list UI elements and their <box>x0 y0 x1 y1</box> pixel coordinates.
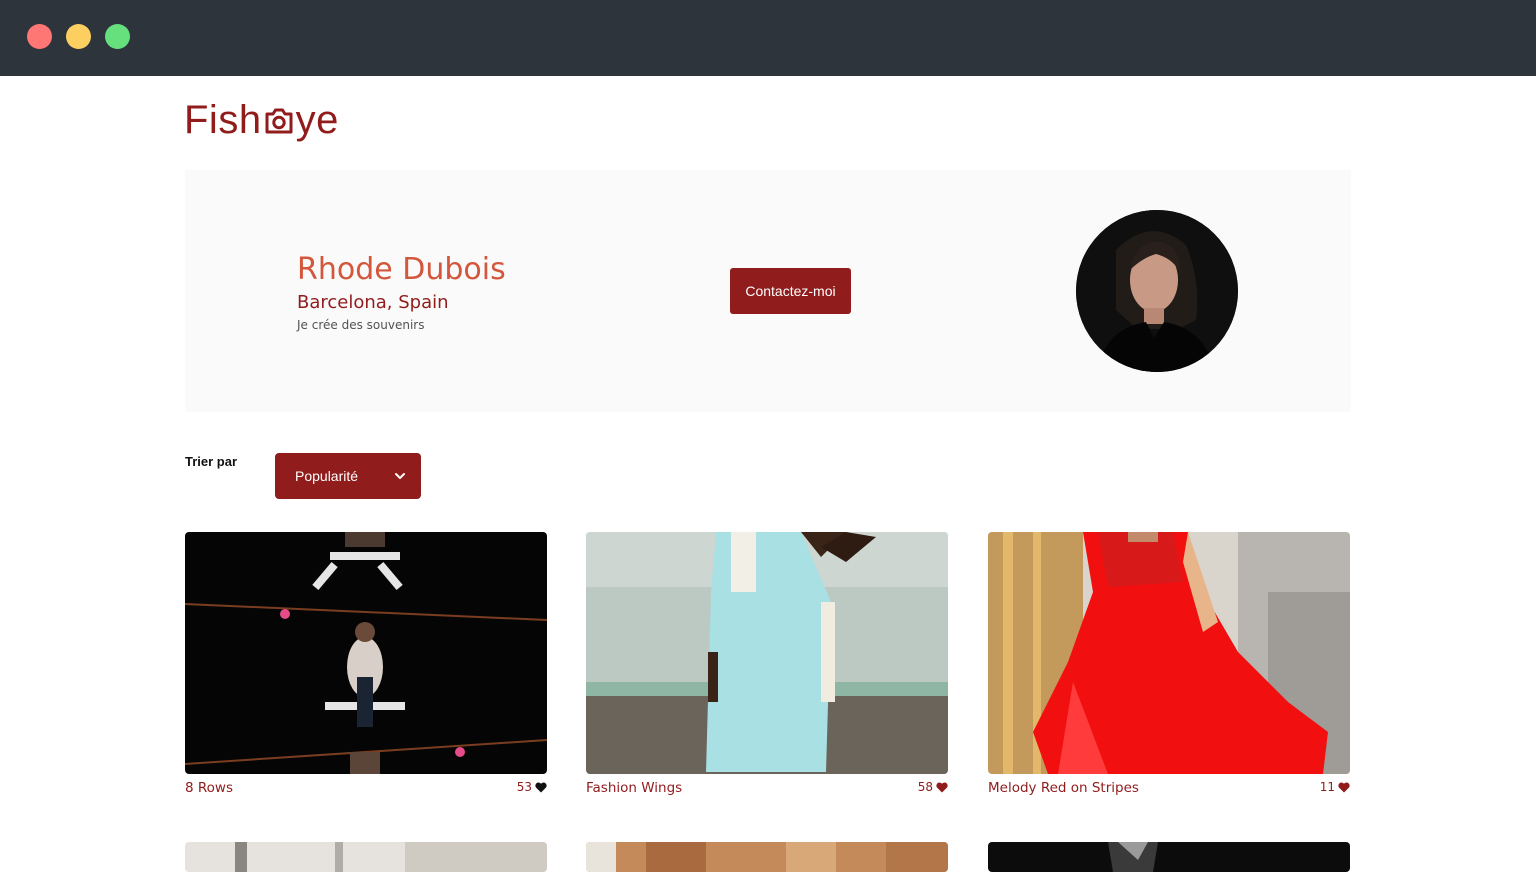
media-thumbnail[interactable] <box>988 842 1350 872</box>
logo-text-left: Fish <box>184 97 262 142</box>
minimize-window-button[interactable] <box>66 24 91 49</box>
media-card <box>988 842 1350 872</box>
photographer-name: Rhode Dubois <box>297 252 506 287</box>
media-card: 8 Rows 53 <box>185 532 547 796</box>
fisheye-logo[interactable]: Fish ye <box>184 96 339 144</box>
heart-icon[interactable] <box>1338 782 1350 793</box>
media-title: 8 Rows <box>185 780 233 796</box>
like-count: 58 <box>917 780 933 794</box>
sort-dropdown[interactable]: Popularité <box>275 453 421 499</box>
media-card <box>586 842 948 872</box>
photographer-header: Rhode Dubois Barcelona, Spain Je crée de… <box>185 170 1351 412</box>
photographer-tagline: Je crée des souvenirs <box>297 318 425 332</box>
heart-icon[interactable] <box>535 782 547 793</box>
close-window-button[interactable] <box>27 24 52 49</box>
media-meta: 8 Rows 53 <box>185 780 547 798</box>
heart-icon[interactable] <box>936 782 948 793</box>
like-count: 11 <box>1319 780 1335 794</box>
like-counter[interactable]: 58 <box>918 780 948 794</box>
media-thumbnail[interactable] <box>185 532 547 774</box>
media-thumbnail[interactable] <box>988 532 1350 774</box>
maximize-window-button[interactable] <box>105 24 130 49</box>
camera-icon <box>265 108 293 134</box>
sort-selected-value: Popularité <box>295 468 359 484</box>
media-card <box>185 842 547 872</box>
logo-text-right: ye <box>295 97 339 142</box>
sort-label: Trier par <box>185 454 238 469</box>
media-title: Fashion Wings <box>586 780 683 796</box>
media-meta: Fashion Wings 58 <box>586 780 948 798</box>
contact-button[interactable]: Contactez-moi <box>730 268 851 314</box>
media-thumbnail[interactable] <box>586 842 948 872</box>
like-count: 53 <box>516 780 532 794</box>
media-thumbnail[interactable] <box>586 532 948 774</box>
media-card: Melody Red on Stripes 11 <box>988 532 1350 796</box>
photographer-page: Fish ye Rhode Dubois Barcelona, Spain Je… <box>0 76 1536 872</box>
media-thumbnail[interactable] <box>185 842 547 872</box>
window-titlebar <box>0 0 1536 76</box>
photographer-location: Barcelona, Spain <box>297 292 449 313</box>
media-meta: Melody Red on Stripes 11 <box>988 780 1350 798</box>
like-counter[interactable]: 11 <box>1320 780 1350 794</box>
media-card: Fashion Wings 58 <box>586 532 948 796</box>
like-counter[interactable]: 53 <box>517 780 547 794</box>
chevron-down-icon <box>395 473 405 479</box>
media-title: Melody Red on Stripes <box>988 780 1139 796</box>
photographer-portrait <box>1076 210 1238 372</box>
